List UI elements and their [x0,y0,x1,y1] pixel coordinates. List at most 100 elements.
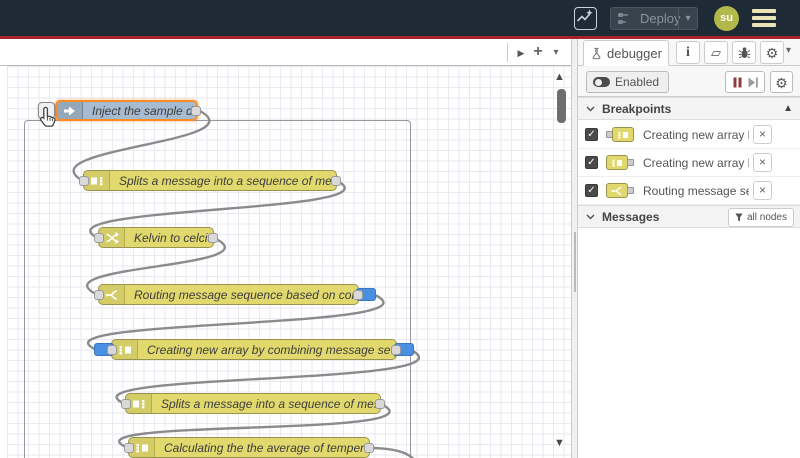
header-bar: Deploy ▾ su [0,0,800,36]
bug-icon [738,47,750,59]
plus-icon: + [533,43,543,60]
gear-icon: ⚙ [775,75,788,91]
messages-title: Messages [602,209,660,224]
join-node-output-icon [606,155,634,170]
node-split-2[interactable]: Splits a message into a sequence of mess… [121,393,385,414]
flow-workspace: ▶ + ▾ Inject the sample data [0,39,571,458]
docs-button[interactable]: ▱ [704,41,728,64]
info-button[interactable]: i [676,41,700,64]
debugger-settings-button[interactable]: ⚙ [770,71,793,93]
info-icon: i [686,45,690,60]
canvas-scroll-up-arrow[interactable]: ▲ [554,71,565,83]
deploy-button[interactable]: Deploy ▾ [610,7,698,30]
input-port[interactable] [124,442,134,453]
node-label: Splits a message into a sequence of mess… [161,396,380,411]
join-node-input-icon [606,127,634,142]
output-port[interactable] [353,289,363,300]
flow-list-button[interactable]: ▾ [547,42,565,62]
switch-node-output-icon [606,183,634,198]
messages-section-header[interactable]: Messages all nodes [578,205,800,228]
deploy-options-caret[interactable]: ▾ [678,8,697,29]
workspace-tabbar: ▶ + ▾ [0,39,571,66]
hamburger-icon [752,9,776,13]
remove-breakpoint-button[interactable]: × [753,153,772,172]
pause-icon [733,77,741,87]
user-avatar[interactable]: su [714,6,739,31]
breakpoints-title: Breakpoints [602,101,672,116]
canvas-scroll-down-arrow[interactable]: ▼ [554,437,565,449]
chevron-down-icon: ▾ [786,45,792,56]
node-switch[interactable]: Routing message sequence based on condit… [94,284,376,305]
output-port[interactable] [208,232,218,243]
breakpoint-checkbox-checked[interactable]: ✓ [585,184,598,197]
breakpoint-row[interactable]: ✓ Creating new array by combining messag… [578,149,800,177]
sidebar-separator[interactable] [571,39,578,458]
add-flow-button[interactable]: + [529,42,547,62]
node-change[interactable]: Kelvin to celcius [94,227,218,248]
deploy-icon [618,13,628,24]
node-red-editor: Deploy ▾ su ▶ + ▾ Inject the sample Spli… [0,0,800,458]
canvas-scrollbar-thumb[interactable] [557,89,566,123]
remove-breakpoint-button[interactable]: × [753,125,772,144]
chevron-down-icon [586,105,595,112]
triangle-up-icon: ▲ [783,103,793,114]
node-label: Inject the sample data [92,103,196,118]
inject-icon [57,102,83,119]
breakpoints-section-header[interactable]: Breakpoints ▲ [578,97,800,120]
sidebar-tabs-caret[interactable]: ▾ [786,45,791,56]
settings-button[interactable]: ⚙ [760,41,784,64]
output-port[interactable] [375,398,385,409]
close-icon: × [758,127,766,141]
node-label: Calculating the the average of temperatu… [164,440,369,455]
triangle-up-icon: ▲ [554,71,565,83]
node-label: Kelvin to celcius [134,230,213,245]
close-icon: × [758,183,766,197]
main-menu-button[interactable] [752,9,776,27]
input-port[interactable] [121,398,131,409]
breakpoint-checkbox-checked[interactable]: ✓ [585,128,598,141]
chart-sparkle-icon [576,9,593,22]
breakpoint-row[interactable]: ✓ Creating new array by combining messag… [578,121,800,149]
breakpoint-label: Creating new array by combining message … [643,155,749,170]
node-split-1[interactable]: Splits a message into a sequence of mess… [79,170,341,191]
input-port[interactable] [107,344,117,355]
input-port[interactable] [79,175,89,186]
deploy-label: Deploy [640,11,681,26]
output-port[interactable] [331,175,341,186]
debug-button[interactable] [732,41,756,64]
sidebar: debugger i ▱ ⚙ ▾ Enabled ⚙ Breakpoints ▲… [578,39,800,458]
chevron-down-icon [586,213,595,220]
output-port[interactable] [391,344,401,355]
tab-scroll-right-button[interactable]: ▶ [512,42,530,62]
output-port[interactable] [364,442,374,453]
enabled-label: Enabled [615,75,660,89]
breakpoint-checkbox-checked[interactable]: ✓ [585,156,598,169]
node-label: Routing message sequence based on condit… [134,287,358,302]
triangle-down-icon: ▼ [554,437,565,449]
debugger-enabled-toggle[interactable]: Enabled [586,71,670,93]
close-icon: × [758,155,766,169]
message-filter-button[interactable]: all nodes [727,208,794,227]
node-label: Creating new array by combining message … [147,342,396,357]
flask-icon [592,47,601,59]
input-port[interactable] [94,232,104,243]
breakpoint-label: Routing message sequence based on condit… [643,183,749,198]
node-inject[interactable]: Inject the sample data [55,100,201,121]
breakpoint-row[interactable]: ✓ Routing message sequence based on cond… [578,177,800,205]
mouse-pointer-cursor [39,106,57,133]
list-scroll-up-arrow[interactable]: ▲ [783,103,793,114]
assistant-button[interactable] [574,7,597,30]
pause-step-buttons[interactable] [725,71,765,93]
chevron-down-icon: ▾ [685,13,691,24]
remove-breakpoint-button[interactable]: × [753,181,772,200]
output-port[interactable] [191,105,201,116]
node-join-1[interactable]: Creating new array by combining message … [94,339,414,360]
debugger-toolbar: Enabled ⚙ [578,66,800,97]
header-accent-line [0,36,800,39]
node-join-2[interactable]: Calculating the the average of temperatu… [124,437,374,458]
filter-label: all nodes [746,212,787,223]
tab-debugger[interactable]: debugger [583,40,669,66]
step-icon [748,77,758,87]
separator-grip [574,232,576,292]
input-port[interactable] [94,289,104,300]
